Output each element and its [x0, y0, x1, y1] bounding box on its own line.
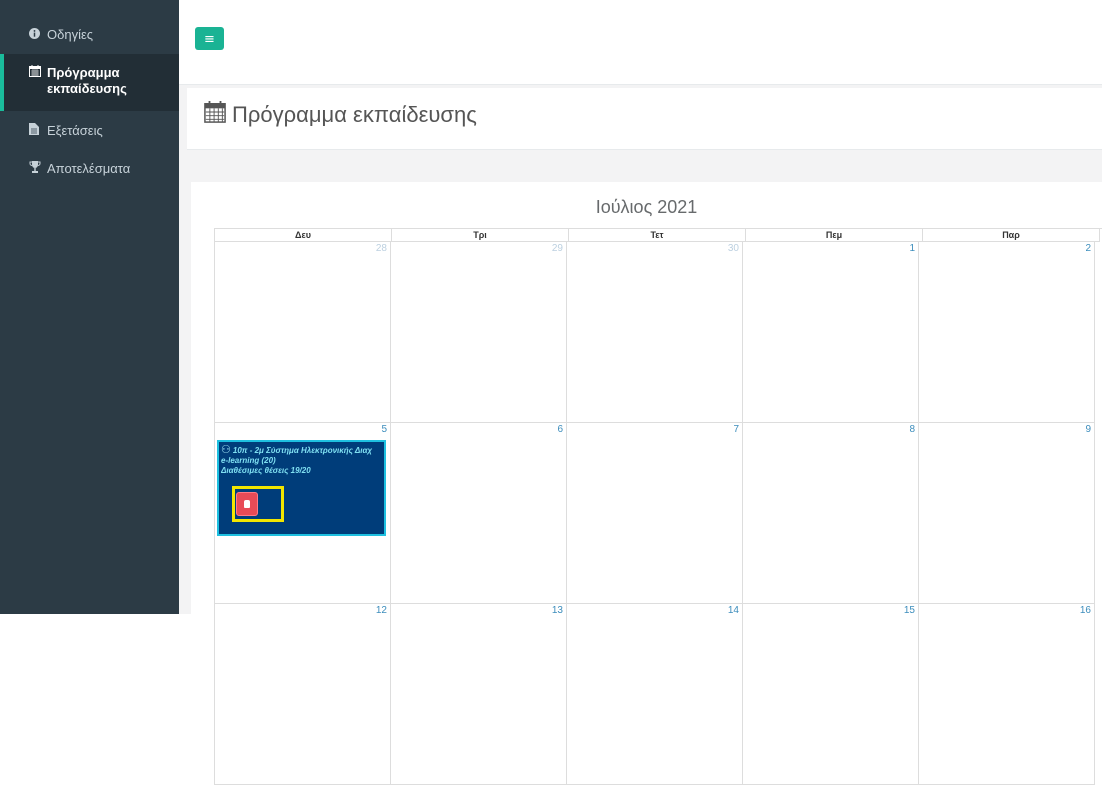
sidebar-item-results[interactable]: Αποτελέσματα [0, 161, 179, 176]
calendar-day[interactable]: 2 [919, 242, 1095, 423]
page-title: Πρόγραμμα εκπαίδευσης [204, 101, 477, 129]
calendar-day[interactable]: 14 [567, 604, 743, 785]
calendar-icon [204, 101, 226, 129]
bars-icon: ≡ [204, 32, 215, 47]
calendar-day[interactable]: 1 [743, 242, 919, 423]
event-availability: Διαθέσιμες θέσεις 19/20 [221, 466, 311, 475]
sidebar: Οδηγίες Πρόγραμμα εκπαίδευσης Εξετάσεις … [0, 0, 179, 614]
graduation-icon: ⚇ [221, 445, 231, 456]
day-number: 13 [551, 605, 563, 616]
day-number: 30 [727, 243, 739, 254]
bell-icon [244, 500, 250, 508]
sidebar-item-exams[interactable]: Εξετάσεις [0, 123, 179, 138]
calendar-day[interactable]: 16 [919, 604, 1095, 785]
calendar-day[interactable]: 28 [215, 242, 391, 423]
page-header: Πρόγραμμα εκπαίδευσης [187, 88, 1102, 150]
calendar-day[interactable]: 8 [743, 423, 919, 604]
day-number: 2 [1085, 243, 1091, 254]
day-number: 29 [551, 243, 563, 254]
calendar-week: 28 29 30 1 2 [215, 242, 1102, 423]
calendar-week: 12 13 14 15 16 [215, 604, 1102, 785]
event-subtitle: e-learning (20) [221, 456, 276, 465]
weekday-header: Δευ [215, 229, 392, 242]
day-number: 8 [909, 424, 915, 435]
weekday-header: Πεμ [746, 229, 923, 242]
sidebar-item-label: Αποτελέσματα [47, 161, 131, 176]
event-title: 10π - 2μ Σύστημα Ηλεκτρονικής Διαχ [232, 446, 373, 455]
page-title-text: Πρόγραμμα εκπαίδευσης [232, 102, 477, 127]
calendar-day[interactable]: 29 [391, 242, 567, 423]
top-navbar: ≡ [179, 0, 1102, 85]
day-number: 9 [1085, 424, 1091, 435]
day-number: 16 [1079, 605, 1091, 616]
bell-alert-button[interactable] [236, 492, 258, 516]
weekday-header: Τετ [569, 229, 746, 242]
calendar-event[interactable]: ⚇ 10π - 2μ Σύστημα Ηλεκτρονικής Διαχ e-le… [217, 440, 386, 536]
day-number: 15 [903, 605, 915, 616]
file-icon [29, 123, 41, 138]
event-title-line: ⚇ 10π - 2μ Σύστημα Ηλεκτρονικής Διαχ [221, 445, 382, 456]
calendar-grid: Δευ Τρι Τετ Πεμ Παρ 28 29 30 1 2 5 ⚇ 10π … [214, 228, 1102, 785]
sidebar-item-program[interactable]: Πρόγραμμα εκπαίδευσης [0, 54, 179, 111]
calendar-day[interactable]: 9 [919, 423, 1095, 604]
day-number: 28 [375, 243, 387, 254]
calendar-day[interactable]: 5 ⚇ 10π - 2μ Σύστημα Ηλεκτρονικής Διαχ e-… [215, 423, 391, 604]
calendar-day[interactable]: 7 [567, 423, 743, 604]
calendar-day[interactable]: 13 [391, 604, 567, 785]
calendar-day[interactable]: 15 [743, 604, 919, 785]
sidebar-item-label: Εξετάσεις [47, 123, 103, 138]
day-number: 12 [375, 605, 387, 616]
weekday-header-row: Δευ Τρι Τετ Πεμ Παρ [215, 229, 1102, 242]
calendar-month-title: Ιούλιος 2021 [595, 197, 698, 217]
calendar-day[interactable]: 12 [215, 604, 391, 785]
trophy-icon [29, 161, 41, 176]
weekday-header: Τρι [392, 229, 569, 242]
calendar-week: 5 ⚇ 10π - 2μ Σύστημα Ηλεκτρονικής Διαχ e-… [215, 423, 1102, 604]
day-number: 1 [909, 243, 915, 254]
calendar-icon [29, 65, 41, 81]
day-number: 14 [727, 605, 739, 616]
calendar-day[interactable]: 30 [567, 242, 743, 423]
sidebar-item-guides[interactable]: Οδηγίες [0, 27, 179, 42]
sidebar-item-label: Πρόγραμμα εκπαίδευσης [47, 65, 127, 96]
calendar: Ιούλιος 2021 Δευ Τρι Τετ Πεμ Παρ 28 29 3… [191, 182, 1102, 785]
day-number: 5 [381, 424, 387, 435]
day-number: 6 [557, 424, 563, 435]
sidebar-item-label: Οδηγίες [47, 27, 94, 42]
day-number: 7 [733, 424, 739, 435]
info-circle-icon [29, 27, 41, 42]
calendar-day[interactable]: 6 [391, 423, 567, 604]
weekday-header: Παρ [923, 229, 1100, 242]
menu-toggle-button[interactable]: ≡ [195, 27, 224, 50]
